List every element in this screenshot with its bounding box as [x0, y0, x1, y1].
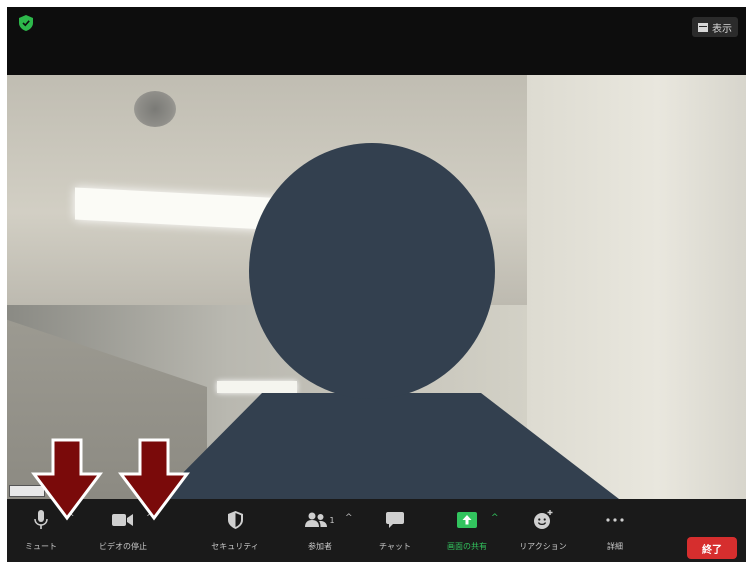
participants-button[interactable]: 1 参加者: [297, 499, 343, 562]
security-button[interactable]: セキュリティ: [203, 499, 267, 562]
participant-avatar: [157, 143, 619, 499]
security-label: セキュリティ: [211, 542, 259, 551]
chat-button[interactable]: チャット: [371, 499, 419, 562]
more-dots-icon: [606, 518, 624, 522]
participants-label: 参加者: [308, 542, 332, 551]
down-arrow-icon: [31, 438, 103, 521]
top-bar: 表示: [7, 7, 746, 75]
shield-icon[interactable]: [19, 15, 33, 31]
chat-bubble-icon: [386, 512, 404, 528]
avatar-head: [249, 143, 495, 399]
participants-options-caret[interactable]: ^: [345, 513, 353, 523]
reactions-button[interactable]: リアクション: [507, 499, 579, 562]
share-screen-icon: [457, 512, 477, 528]
reaction-icon: [534, 510, 553, 529]
participants-count: 1: [329, 515, 335, 525]
video-label: ビデオの停止: [99, 542, 147, 551]
chat-label: チャット: [379, 542, 411, 551]
participants-icon: [305, 512, 328, 527]
avatar-body: [157, 393, 619, 499]
more-label: 詳細: [607, 542, 623, 551]
view-label: 表示: [712, 23, 732, 35]
more-button[interactable]: 詳細: [595, 499, 635, 562]
reactions-label: リアクション: [519, 542, 567, 551]
end-meeting-button[interactable]: 終了: [687, 537, 737, 559]
end-label: 終了: [702, 544, 722, 556]
share-screen-button[interactable]: 画面の共有: [439, 499, 495, 562]
view-icon: [698, 22, 708, 32]
mute-label: ミュート: [25, 542, 57, 551]
share-options-caret[interactable]: ^: [491, 513, 499, 523]
security-shield-icon: [227, 511, 243, 529]
share-label: 画面の共有: [447, 542, 487, 551]
down-arrow-icon: [118, 438, 190, 521]
view-button[interactable]: 表示: [692, 17, 738, 37]
video-area: [7, 75, 746, 499]
